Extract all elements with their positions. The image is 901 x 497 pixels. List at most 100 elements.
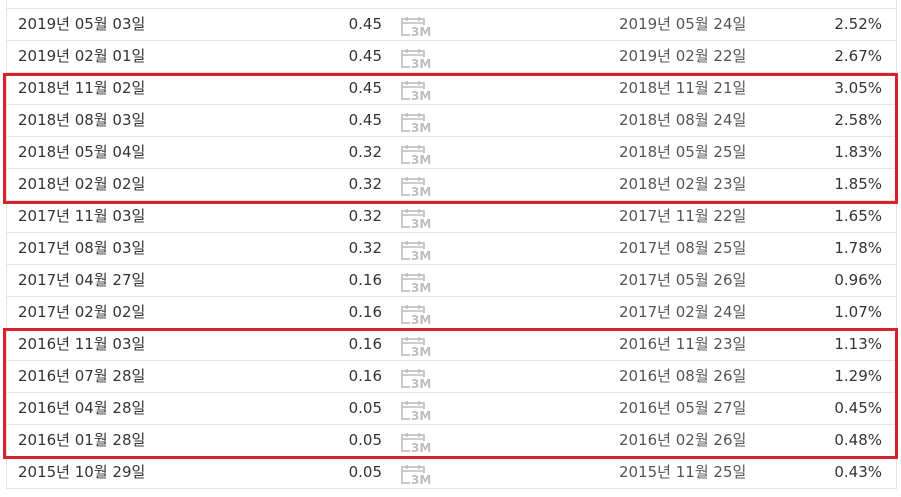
payment-date: 2017년 08월 25일 bbox=[619, 239, 747, 257]
dividend-history-table: 2019년 05월 03일 0.45 3M 2019년 05월 24일 2.52… bbox=[6, 9, 897, 489]
svg-text:3M: 3M bbox=[411, 249, 431, 262]
ex-dividend-date: 2018년 02월 02일 bbox=[18, 175, 146, 193]
ex-dividend-date: 2017년 08월 03일 bbox=[18, 239, 146, 257]
dividend-amount: 0.16 bbox=[348, 335, 382, 353]
dividend-amount: 0.16 bbox=[348, 367, 382, 385]
table-row: 2019년 05월 03일 0.45 3M 2019년 05월 24일 2.52… bbox=[7, 9, 896, 41]
dividend-amount: 0.32 bbox=[348, 239, 382, 257]
ex-dividend-date: 2018년 05월 04일 bbox=[18, 143, 146, 161]
dividend-yield: 1.78% bbox=[834, 239, 882, 257]
svg-text:3M: 3M bbox=[411, 25, 431, 38]
table-row: 2018년 11월 02일 0.45 3M 2018년 11월 21일 3.05… bbox=[7, 73, 896, 105]
ex-dividend-date: 2018년 11월 02일 bbox=[18, 79, 146, 97]
calendar-3m-icon: 3M bbox=[401, 464, 435, 487]
table-row: 2015년 10월 29일 0.05 3M 2015년 11월 25일 0.43… bbox=[7, 457, 896, 489]
payment-date: 2015년 11월 25일 bbox=[619, 463, 747, 481]
ex-dividend-date: 2017년 04월 27일 bbox=[18, 271, 146, 289]
dividend-amount: 0.05 bbox=[348, 431, 382, 449]
dividend-amount: 0.45 bbox=[348, 111, 382, 129]
dividend-yield: 1.83% bbox=[834, 143, 882, 161]
svg-text:3M: 3M bbox=[411, 441, 431, 454]
dividend-yield: 1.65% bbox=[834, 207, 882, 225]
dividend-yield: 2.58% bbox=[834, 111, 882, 129]
dividend-yield: 1.07% bbox=[834, 303, 882, 321]
dividend-yield: 0.43% bbox=[834, 463, 882, 481]
calendar-3m-icon: 3M bbox=[401, 144, 435, 167]
dividend-amount: 0.05 bbox=[348, 399, 382, 417]
payment-date: 2017년 02월 24일 bbox=[619, 303, 747, 321]
svg-text:3M: 3M bbox=[411, 345, 431, 358]
ex-dividend-date: 2017년 02월 02일 bbox=[18, 303, 146, 321]
dividend-yield: 2.67% bbox=[834, 47, 882, 65]
ex-dividend-date: 2015년 10월 29일 bbox=[18, 463, 146, 481]
dividend-yield: 0.45% bbox=[834, 399, 882, 417]
svg-text:3M: 3M bbox=[411, 377, 431, 390]
table-row: 2016년 04월 28일 0.05 3M 2016년 05월 27일 0.45… bbox=[7, 393, 896, 425]
dividend-yield: 3.05% bbox=[834, 79, 882, 97]
payment-date: 2016년 11월 23일 bbox=[619, 335, 747, 353]
dividend-yield: 2.52% bbox=[834, 15, 882, 33]
calendar-3m-icon: 3M bbox=[401, 240, 435, 263]
payment-date: 2017년 11월 22일 bbox=[619, 207, 747, 225]
svg-text:3M: 3M bbox=[411, 57, 431, 70]
dividend-yield: 1.29% bbox=[834, 367, 882, 385]
table-row: 2019년 02월 01일 0.45 3M 2019년 02월 22일 2.67… bbox=[7, 41, 896, 73]
payment-date: 2016년 02월 26일 bbox=[619, 431, 747, 449]
svg-text:3M: 3M bbox=[411, 313, 431, 326]
dividend-yield: 1.13% bbox=[834, 335, 882, 353]
calendar-3m-icon: 3M bbox=[401, 368, 435, 391]
payment-date: 2018년 02월 23일 bbox=[619, 175, 747, 193]
svg-text:3M: 3M bbox=[411, 217, 431, 230]
payment-date: 2018년 05월 25일 bbox=[619, 143, 747, 161]
table-row: 2017년 11월 03일 0.32 3M 2017년 11월 22일 1.65… bbox=[7, 201, 896, 233]
table-row: 2016년 01월 28일 0.05 3M 2016년 02월 26일 0.48… bbox=[7, 425, 896, 457]
dividend-yield: 1.85% bbox=[834, 175, 882, 193]
dividend-amount: 0.45 bbox=[348, 47, 382, 65]
payment-date: 2017년 05월 26일 bbox=[619, 271, 747, 289]
table-row: 2018년 02월 02일 0.32 3M 2018년 02월 23일 1.85… bbox=[7, 169, 896, 201]
table-row: 2018년 05월 04일 0.32 3M 2018년 05월 25일 1.83… bbox=[7, 137, 896, 169]
calendar-3m-icon: 3M bbox=[401, 48, 435, 71]
calendar-3m-icon: 3M bbox=[401, 16, 435, 39]
ex-dividend-date: 2016년 11월 03일 bbox=[18, 335, 146, 353]
svg-text:3M: 3M bbox=[411, 153, 431, 166]
calendar-3m-icon: 3M bbox=[401, 336, 435, 359]
calendar-3m-icon: 3M bbox=[401, 208, 435, 231]
dividend-amount: 0.32 bbox=[348, 175, 382, 193]
payment-date: 2016년 08월 26일 bbox=[619, 367, 747, 385]
ex-dividend-date: 2018년 08월 03일 bbox=[18, 111, 146, 129]
dividend-amount: 0.16 bbox=[348, 303, 382, 321]
ex-dividend-date: 2016년 07월 28일 bbox=[18, 367, 146, 385]
calendar-3m-icon: 3M bbox=[401, 304, 435, 327]
table-row: 2017년 04월 27일 0.16 3M 2017년 05월 26일 0.96… bbox=[7, 265, 896, 297]
dividend-amount: 0.16 bbox=[348, 271, 382, 289]
ex-dividend-date: 2017년 11월 03일 bbox=[18, 207, 146, 225]
payment-date: 2016년 05월 27일 bbox=[619, 399, 747, 417]
svg-text:3M: 3M bbox=[411, 281, 431, 294]
dividend-amount: 0.32 bbox=[348, 207, 382, 225]
svg-text:3M: 3M bbox=[411, 409, 431, 422]
svg-text:3M: 3M bbox=[411, 473, 431, 486]
table-row: 2017년 08월 03일 0.32 3M 2017년 08월 25일 1.78… bbox=[7, 233, 896, 265]
calendar-3m-icon: 3M bbox=[401, 272, 435, 295]
calendar-3m-icon: 3M bbox=[401, 432, 435, 455]
payment-date: 2018년 08월 24일 bbox=[619, 111, 747, 129]
svg-text:3M: 3M bbox=[411, 121, 431, 134]
dividend-amount: 0.32 bbox=[348, 143, 382, 161]
calendar-3m-icon: 3M bbox=[401, 400, 435, 423]
payment-date: 2019년 05월 24일 bbox=[619, 15, 747, 33]
table-top-edge bbox=[6, 0, 897, 9]
dividend-amount: 0.05 bbox=[348, 463, 382, 481]
table-row: 2018년 08월 03일 0.45 3M 2018년 08월 24일 2.58… bbox=[7, 105, 896, 137]
svg-text:3M: 3M bbox=[411, 185, 431, 198]
ex-dividend-date: 2019년 05월 03일 bbox=[18, 15, 146, 33]
calendar-3m-icon: 3M bbox=[401, 80, 435, 103]
table-row: 2017년 02월 02일 0.16 3M 2017년 02월 24일 1.07… bbox=[7, 297, 896, 329]
ex-dividend-date: 2016년 04월 28일 bbox=[18, 399, 146, 417]
ex-dividend-date: 2019년 02월 01일 bbox=[18, 47, 146, 65]
ex-dividend-date: 2016년 01월 28일 bbox=[18, 431, 146, 449]
dividend-yield: 0.96% bbox=[834, 271, 882, 289]
calendar-3m-icon: 3M bbox=[401, 112, 435, 135]
dividend-amount: 0.45 bbox=[348, 79, 382, 97]
table-row: 2016년 07월 28일 0.16 3M 2016년 08월 26일 1.29… bbox=[7, 361, 896, 393]
